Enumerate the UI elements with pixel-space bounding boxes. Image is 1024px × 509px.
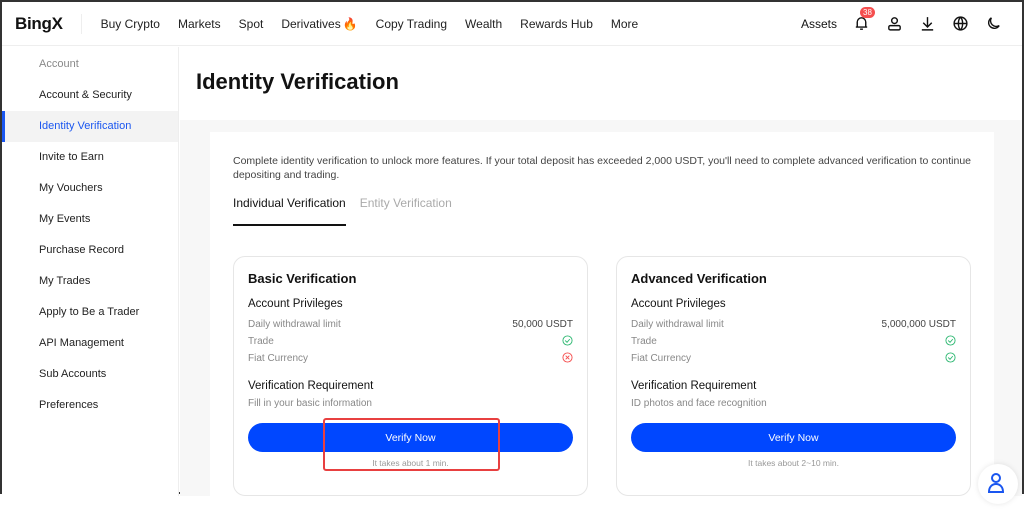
sidebar-item-api-management[interactable]: API Management <box>2 328 178 359</box>
main-content: Identity Verification Complete identity … <box>180 47 1022 502</box>
assets-link[interactable]: Assets <box>801 17 837 31</box>
notification-badge: 38 <box>860 7 875 18</box>
privileges-label: Account Privileges <box>631 298 726 310</box>
nav-markets[interactable]: Markets <box>178 17 221 31</box>
top-nav: BingX Buy Crypto Markets Spot Derivative… <box>2 2 1022 46</box>
bingx-logo[interactable]: BingX <box>15 13 82 34</box>
sidebar-item-account-security[interactable]: Account & Security <box>2 80 178 111</box>
nav-buy-crypto[interactable]: Buy Crypto <box>101 17 160 31</box>
nav-wealth[interactable]: Wealth <box>465 17 502 31</box>
user-icon[interactable] <box>886 15 903 32</box>
check-icon <box>945 334 956 349</box>
sidebar-item-apply-trader[interactable]: Apply to Be a Trader <box>2 297 178 328</box>
row-label: Trade <box>631 336 657 347</box>
moon-icon[interactable] <box>985 15 1002 32</box>
requirement-label: Verification Requirement <box>631 380 757 392</box>
privilege-row: Trade <box>248 333 573 350</box>
sidebar-item-my-trades[interactable]: My Trades <box>2 266 178 297</box>
requirement-text: Fill in your basic information <box>248 398 372 409</box>
advanced-verify-now-button[interactable]: Verify Now <box>631 423 956 452</box>
nav-more[interactable]: More <box>611 17 638 31</box>
nav-derivatives[interactable]: Derivatives 🔥 <box>281 17 357 31</box>
check-icon <box>562 334 573 349</box>
requirement-label: Verification Requirement <box>248 380 374 392</box>
sidebar: Account Account & Security Identity Veri… <box>2 47 179 496</box>
privilege-row: Daily withdrawal limit 5,000,000 USDT <box>631 316 956 333</box>
nav-derivatives-label: Derivatives <box>281 16 341 31</box>
highlight-annotation-box <box>323 418 500 471</box>
sidebar-item-preferences[interactable]: Preferences <box>2 390 178 421</box>
support-button[interactable] <box>978 464 1018 504</box>
row-label: Daily withdrawal limit <box>631 319 724 330</box>
nav-copy-trading[interactable]: Copy Trading <box>376 17 447 31</box>
row-value: 50,000 USDT <box>512 319 573 330</box>
sidebar-item-my-events[interactable]: My Events <box>2 204 178 235</box>
check-icon <box>945 351 956 366</box>
row-label: Fiat Currency <box>248 353 309 364</box>
bell-icon[interactable]: 38 <box>853 7 875 32</box>
sidebar-item-identity-verification[interactable]: Identity Verification <box>2 111 178 142</box>
fire-icon: 🔥 <box>342 16 358 31</box>
sidebar-item-sub-accounts[interactable]: Sub Accounts <box>2 359 178 390</box>
privilege-row: Fiat Currency <box>248 350 573 367</box>
privileges-label: Account Privileges <box>248 298 343 310</box>
nav-spot[interactable]: Spot <box>239 17 264 31</box>
row-label: Daily withdrawal limit <box>248 319 341 330</box>
advanced-verification-card: Advanced Verification Account Privileges… <box>616 256 971 496</box>
download-icon[interactable] <box>919 15 936 32</box>
sidebar-heading: Account <box>39 58 79 70</box>
page-title: Identity Verification <box>180 47 1022 120</box>
row-value: 5,000,000 USDT <box>881 319 957 330</box>
privilege-row: Trade <box>631 333 956 350</box>
row-label: Trade <box>248 336 274 347</box>
globe-icon[interactable] <box>952 15 969 32</box>
sidebar-item-my-vouchers[interactable]: My Vouchers <box>2 173 178 204</box>
time-note: It takes about 2~10 min. <box>748 458 839 468</box>
cross-icon <box>562 351 573 366</box>
row-label: Fiat Currency <box>631 353 692 364</box>
sidebar-item-purchase-record[interactable]: Purchase Record <box>2 235 178 266</box>
privilege-row: Fiat Currency <box>631 350 956 367</box>
sidebar-item-invite-to-earn[interactable]: Invite to Earn <box>2 142 178 173</box>
card-title: Basic Verification <box>248 271 357 286</box>
privilege-row: Daily withdrawal limit 50,000 USDT <box>248 316 573 333</box>
tab-individual-verification[interactable]: Individual Verification <box>233 196 346 226</box>
requirement-text: ID photos and face recognition <box>631 398 767 409</box>
tab-entity-verification[interactable]: Entity Verification <box>360 196 452 226</box>
card-title: Advanced Verification <box>631 271 767 286</box>
intro-text: Complete identity verification to unlock… <box>233 155 972 181</box>
nav-rewards-hub[interactable]: Rewards Hub <box>520 17 593 31</box>
